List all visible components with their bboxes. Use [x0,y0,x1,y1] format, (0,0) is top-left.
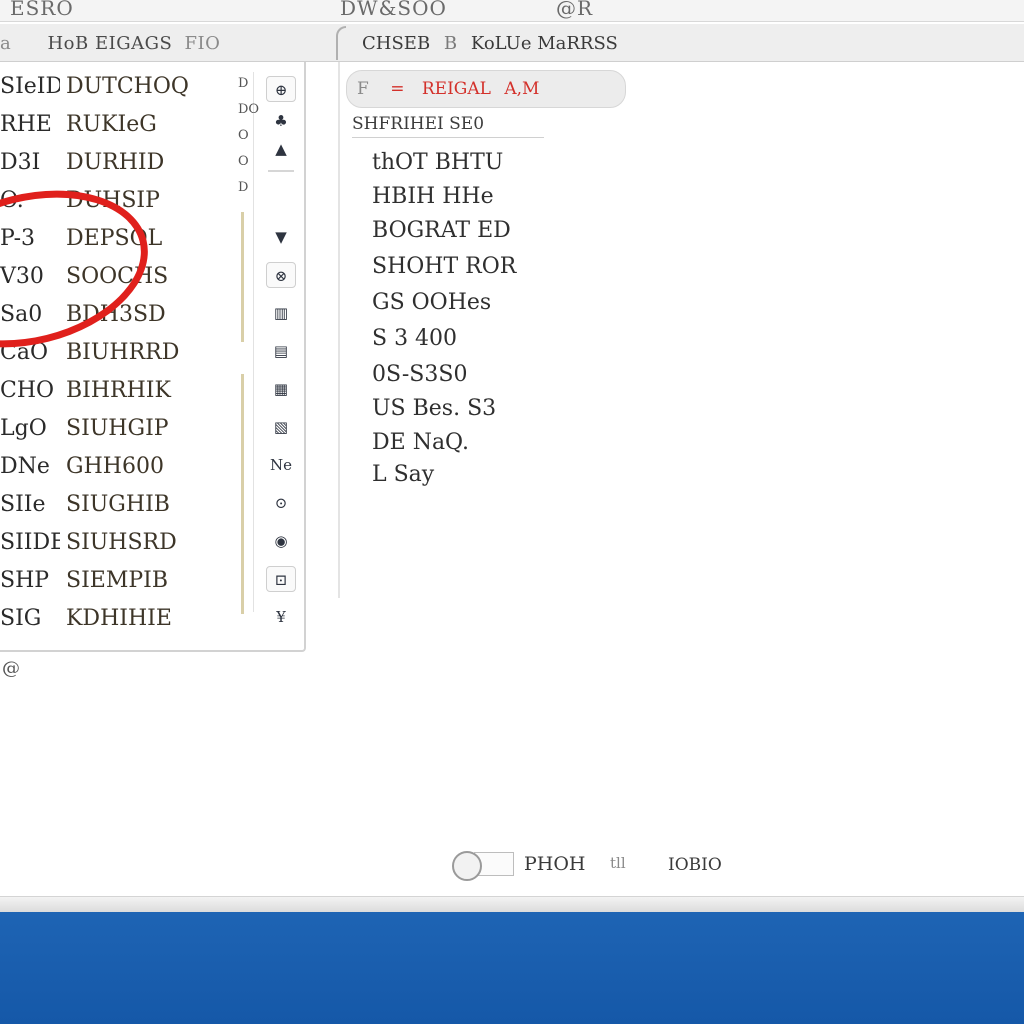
sort-down-icon[interactable]: ▼ [266,224,296,250]
list-item-code: SIG [0,606,42,631]
list-item-name: BIHRHIK [66,378,171,403]
list-header-label: a [0,33,12,54]
detail-row[interactable]: 0S-S3S0 [372,362,467,387]
detail-row[interactable]: thOT BHTU [372,150,503,175]
track-mark: O [238,128,249,143]
detail-section-title: SHFRIHEI SE0 [352,114,544,138]
list-item-code: RHE [0,112,52,137]
list-item-code: DNe [0,454,50,479]
list-item-name: GHH600 [66,454,164,479]
footer-search-icon[interactable] [452,851,482,881]
list-item-code: LgO [0,416,47,441]
track-mark: O [238,154,249,169]
list-item-name: SIEMPIB [66,568,169,593]
column-header-bar: a HoB EIGAGS FIO CHSEB B KoLUe MaRRSS [0,24,1024,62]
list-item-name: SIUHGIP [66,416,169,441]
pattern-icon[interactable]: ▧ [266,414,296,440]
list-item-name: KDHIHIE [66,606,172,631]
list-item[interactable]: RHE RUKIeG [0,112,200,150]
detail-column-header[interactable]: CHSEB B KoLUe MaRRSS [362,33,618,54]
footer-right-label[interactable]: IOBIO [668,855,722,875]
top-strip: ESRO DW&SOO @R [0,0,1024,22]
currency-icon[interactable]: ¥ [266,604,296,630]
top-strip-left-text: ESRO [10,0,74,20]
track-mark: DO [238,102,260,117]
top-strip-right-text: @R [556,0,594,20]
target-icon[interactable]: ⊙ [266,490,296,516]
list-item[interactable]: SIG KDHIHIE [0,606,200,644]
list-item-code: SIeID [0,74,60,99]
zoom-icon[interactable]: ⊕ [266,76,296,102]
club-icon[interactable]: ♣ [266,108,296,134]
content-divider [338,62,340,598]
list-item-code: SHP [0,568,50,593]
list-item-code: CHO [0,378,55,403]
footer-label[interactable]: PHOH [524,853,586,875]
list-item-code: SIIe [0,492,46,517]
header-divider [336,26,346,60]
footer-sub-label: tll [610,854,626,872]
detail-row[interactable]: SHOHT ROR [372,254,516,279]
filter-value: REIGAL [421,79,491,99]
detail-row[interactable]: GS OOHes [372,290,491,315]
list-item[interactable]: LgO SIUHGIP [0,416,200,454]
list-item[interactable]: SHP SIEMPIB [0,568,200,606]
filter-sep: = [390,79,405,99]
frame-icon[interactable]: ⊡ [266,566,296,592]
grid-icon[interactable]: ▥ [266,300,296,326]
list-item-name: SIUHSRD [66,530,177,555]
detail-header-sep: B [443,33,458,54]
list-item[interactable]: SIeID DUTCHOQ [0,74,200,112]
filter-suffix: A,M [504,79,540,99]
list-item-name: SIUGHIB [66,492,170,517]
detail-row[interactable]: HBIH HHe [372,184,494,209]
track-mark: D [238,76,249,91]
track-line [241,374,244,614]
separator [268,170,294,172]
list-item-code: SIIDE [0,530,60,555]
list-panel: SIeID DUTCHOQ RHE RUKIeG D3I DURHID O. DUHSI… [0,62,306,652]
list-item[interactable]: SIIDE SIUHSRD [0,530,200,568]
detail-header-title: CHSEB [362,33,431,54]
table-icon[interactable]: ▦ [266,376,296,402]
list-item[interactable]: CaO BIUHRRD [0,340,200,378]
track-line [241,212,244,342]
filter-field[interactable]: F = REIGAL A,M [346,70,626,108]
top-strip-mid-text: DW&SOO [340,0,447,20]
list-item-name: BIUHRRD [66,340,180,365]
filter-text: F = REIGAL A,M [357,79,539,99]
detail-row[interactable]: BOGRAT ED [372,218,511,243]
list-item-name: DUTCHOQ [66,74,189,99]
sort-up-icon[interactable]: ▲ [266,136,296,162]
filter-label: F [357,79,369,99]
detail-header-subtitle: KoLUe MaRRSS [470,33,618,54]
detail-row[interactable]: S 3 400 [372,326,457,351]
list-toolbar: ⊕ ♣ ▲ ▼ ⊗ ▥ ▤ ▦ ▧ Ne ⊙ ◉ ⊡ ¥ [262,72,300,632]
taskbar [0,912,1024,1024]
list-header-title: HoB EIGAGS [47,33,173,54]
window-bottom-edge [0,896,1024,912]
record-icon[interactable]: ◉ [266,528,296,554]
list-icon[interactable]: ▤ [266,338,296,364]
cancel-icon[interactable]: ⊗ [266,262,296,288]
detail-row[interactable]: US Bes. S3 [372,396,496,421]
list-item[interactable]: CHO BIHRHIK [0,378,200,416]
list-item[interactable]: D3I DURHID [0,150,200,188]
list-header-suffix: FIO [184,33,221,54]
detail-row[interactable]: DE NaQ. [372,430,469,455]
list-column-header[interactable]: a HoB EIGAGS FIO [0,33,220,54]
list-footer-text: @ [2,658,20,679]
text-icon[interactable]: Ne [266,452,296,478]
list-item[interactable]: DNe GHH600 [0,454,200,492]
list-item[interactable]: SIIe SIUGHIB [0,492,200,530]
list-item-name: RUKIeG [66,112,157,137]
track-mark: D [238,180,249,195]
list-item-name: DURHID [66,150,165,175]
list-item-code: D3I [0,150,41,175]
detail-row[interactable]: L Say [372,462,434,487]
